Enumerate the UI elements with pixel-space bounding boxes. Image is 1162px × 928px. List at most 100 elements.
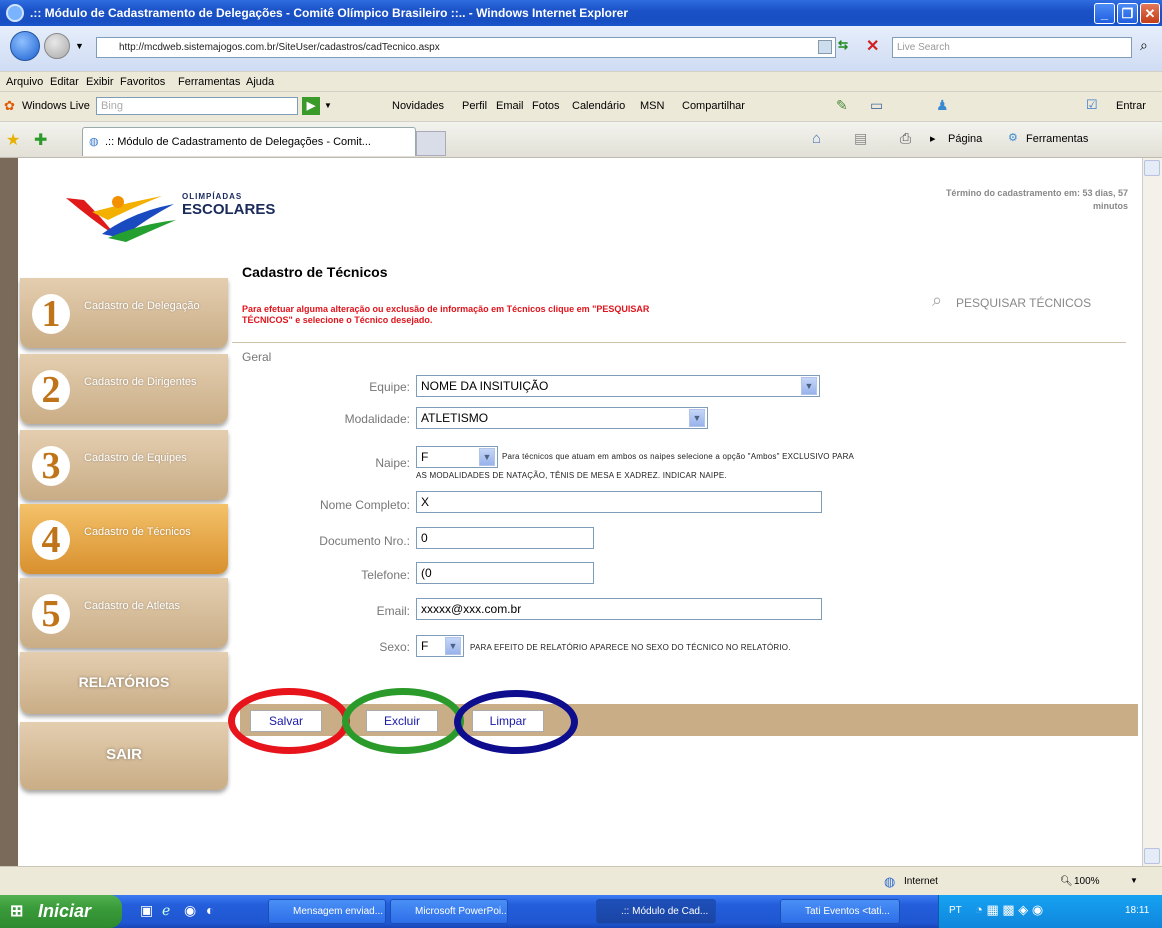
annotation-ring-delete	[342, 688, 464, 754]
equipe-select[interactable]: NOME DA INSITUIÇÃO ▼	[416, 375, 820, 397]
chevron-down-icon[interactable]: ▼	[801, 377, 817, 395]
step-number: 4	[32, 520, 70, 560]
link-email[interactable]: Email	[496, 100, 524, 112]
page-menu[interactable]: Página	[948, 133, 982, 145]
deadline-line2: minutos	[1093, 201, 1128, 211]
link-novidades[interactable]: Novidades	[392, 100, 444, 112]
windows-live-toolbar: ✿ Windows Live Bing ▶ ▼ Novidades Perfil…	[0, 92, 1162, 122]
link-compartilhar[interactable]: Compartilhar	[682, 100, 745, 112]
tray-icons[interactable]: ◔ ▦ ▩ ◈ ◉	[975, 902, 1043, 918]
language-indicator[interactable]: PT	[949, 905, 962, 916]
live-search-input[interactable]: Bing	[96, 97, 298, 115]
sidebar-reports[interactable]: RELATÓRIOS	[20, 652, 228, 714]
quicklaunch-media-icon[interactable]: ◉	[184, 902, 196, 919]
sexo-select[interactable]: F ▼	[416, 635, 464, 657]
menu-file[interactable]: Arquivo	[6, 76, 43, 88]
people-icon[interactable]: ♟	[936, 97, 949, 114]
window-title-bar[interactable]: .:: Módulo de Cadastramento de Delegaçõe…	[0, 0, 1162, 26]
sexo-note: PARA EFEITO DE RELATÓRIO APARECE NO SEXO…	[470, 643, 791, 652]
link-perfil[interactable]: Perfil	[462, 100, 487, 112]
menu-help[interactable]: Ajuda	[246, 76, 274, 88]
menu-view[interactable]: Exibir	[86, 76, 114, 88]
start-button[interactable]: ⊞ Iniciar	[0, 895, 122, 928]
link-fotos[interactable]: Fotos	[532, 100, 560, 112]
zoom-dropdown-icon[interactable]: ▼	[1130, 876, 1138, 885]
sidebar-item-label: Cadastro de Atletas	[84, 600, 181, 612]
sidebar-item-dirigentes[interactable]: 2 Cadastro de Dirigentes	[20, 354, 228, 424]
new-tab-button[interactable]	[416, 131, 446, 156]
tab-current[interactable]: ◍ .:: Módulo de Cadastramento de Delegaç…	[82, 127, 416, 156]
feeds-icon[interactable]: ▤	[854, 130, 867, 147]
olimpiadas-logo-icon	[66, 196, 176, 242]
signin-link[interactable]: Entrar	[1116, 100, 1146, 112]
address-toolbar: ▼ http://mcdweb.sistemajogos.com.br/Site…	[0, 26, 1162, 72]
section-geral: Geral	[242, 350, 272, 364]
search-input[interactable]: Live Search	[892, 37, 1132, 58]
add-favorite-icon[interactable]: ✚	[34, 130, 47, 150]
sidebar-item-atletas[interactable]: 5 Cadastro de Atletas	[20, 578, 228, 648]
maximize-button[interactable]: ❐	[1117, 3, 1138, 24]
minimize-button[interactable]: _	[1094, 3, 1115, 24]
chevron-down-icon[interactable]: ▼	[445, 637, 461, 655]
refresh-icon[interactable]: ⇆	[838, 38, 860, 56]
scroll-up-icon[interactable]	[1144, 160, 1160, 176]
address-dropdown-icon[interactable]	[818, 40, 832, 54]
quicklaunch-app-icon[interactable]: ◐	[206, 902, 214, 918]
page-scrollbar[interactable]	[1142, 158, 1162, 866]
zoom-level[interactable]: 100%	[1074, 876, 1100, 887]
clock: 18:11	[1125, 905, 1150, 916]
windows-live-brand[interactable]: Windows Live	[22, 100, 90, 112]
step-number: 2	[32, 370, 70, 410]
quicklaunch-ie-icon[interactable]: ℯ	[162, 902, 170, 919]
telefone-input[interactable]: (0	[416, 562, 594, 584]
chevron-down-icon[interactable]: ▼	[479, 448, 495, 466]
chevron-down-icon[interactable]: ▼	[689, 409, 705, 427]
menu-bar: Arquivo Editar Exibir Favoritos Ferramen…	[0, 72, 1162, 92]
highlight-icon[interactable]: ✎	[836, 97, 848, 114]
window-icon[interactable]: ▭	[870, 97, 883, 114]
nome-value: X	[421, 495, 430, 509]
documento-input[interactable]: 0	[416, 527, 594, 549]
home-icon[interactable]: ⌂	[812, 130, 821, 147]
email-value: xxxxx@xxx.com.br	[421, 602, 522, 616]
task-tati[interactable]: Tati Eventos <tati...	[780, 899, 900, 924]
live-search-dropdown-icon[interactable]: ▼	[324, 101, 332, 110]
close-button[interactable]: ✕	[1140, 3, 1160, 24]
search-icon[interactable]: ⌕	[1140, 37, 1148, 54]
zone-label: Internet	[904, 876, 938, 887]
task-powerpoint[interactable]: Microsoft PowerPoi...	[390, 899, 508, 924]
menu-edit[interactable]: Editar	[50, 76, 79, 88]
sidebar-item-delegacao[interactable]: 1 Cadastro de Delegação	[20, 278, 228, 348]
menu-favorites[interactable]: Favoritos	[120, 76, 165, 88]
task-ie-active[interactable]: .:: Módulo de Cad...	[596, 899, 716, 924]
print-icon[interactable]: ⎙	[900, 130, 911, 147]
address-input[interactable]: http://mcdweb.sistemajogos.com.br/SiteUs…	[96, 37, 836, 58]
back-icon[interactable]	[10, 31, 40, 61]
sidebar-exit[interactable]: SAIR	[20, 722, 228, 790]
menu-tools[interactable]: Ferramentas	[178, 76, 240, 88]
web-page: OLIMPÍADAS ESCOLARES Término do cadastra…	[0, 158, 1142, 866]
globe-icon: ◍	[884, 874, 896, 889]
tools-menu[interactable]: Ferramentas	[1026, 133, 1088, 145]
favorites-star-icon[interactable]: ★	[6, 130, 20, 150]
task-mail[interactable]: Mensagem enviad...	[268, 899, 386, 924]
search-tecnicos-link[interactable]: PESQUISAR TÉCNICOS	[956, 296, 1091, 310]
link-calendario[interactable]: Calendário	[572, 100, 625, 112]
forward-icon[interactable]	[44, 33, 70, 59]
sidebar-item-tecnicos[interactable]: 4 Cadastro de Técnicos	[20, 504, 228, 574]
stop-icon[interactable]: ✕	[866, 36, 886, 56]
logo-text-bottom: ESCOLARES	[182, 201, 276, 218]
logo-text-top: OLIMPÍADAS	[182, 192, 243, 201]
sidebar-item-equipes[interactable]: 3 Cadastro de Equipes	[20, 430, 228, 500]
modalidade-select[interactable]: ATLETISMO ▼	[416, 407, 708, 429]
history-dropdown-icon[interactable]: ▼	[75, 41, 84, 51]
link-msn[interactable]: MSN	[640, 100, 664, 112]
nome-input[interactable]: X	[416, 491, 822, 513]
sidebar-exit-label: SAIR	[106, 746, 142, 763]
live-search-go-icon[interactable]: ▶	[302, 97, 320, 115]
quicklaunch-desktop-icon[interactable]: ▣	[140, 902, 153, 919]
naipe-select[interactable]: F ▼	[416, 446, 498, 468]
scroll-down-icon[interactable]	[1144, 848, 1160, 864]
header-divider	[232, 342, 1126, 343]
email-input[interactable]: xxxxx@xxx.com.br	[416, 598, 822, 620]
